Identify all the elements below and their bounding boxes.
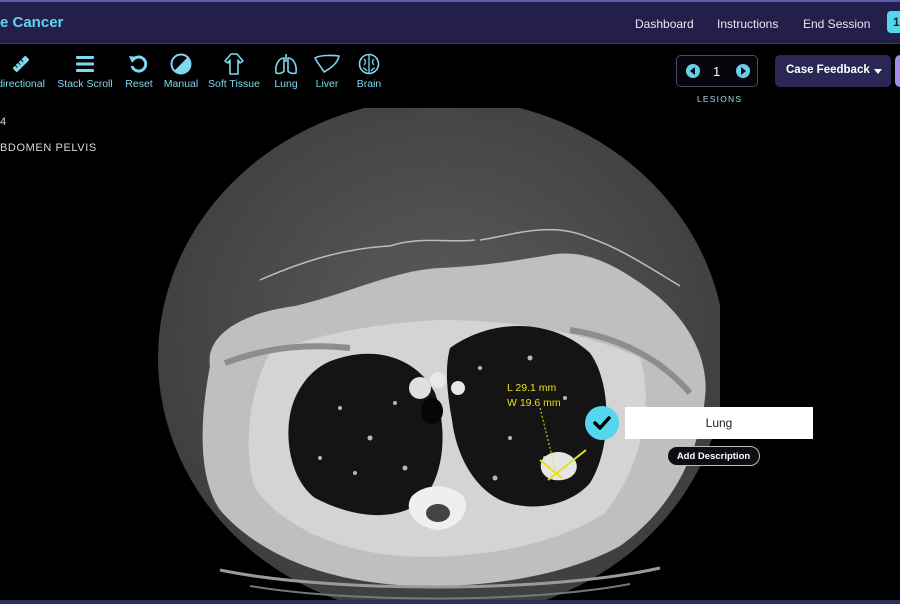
reset-icon	[129, 55, 148, 73]
tool-label: Liver	[315, 78, 339, 90]
chevron-right-icon	[741, 67, 746, 75]
lesion-count: 1	[713, 64, 721, 79]
caret-down-icon	[874, 69, 882, 74]
chevron-left-icon	[690, 67, 695, 75]
measurement-width: W 19.6 mm	[507, 397, 561, 409]
tool-label: directional	[0, 78, 45, 90]
tool-label: Reset	[125, 78, 153, 90]
case-feedback-dropdown[interactable]: Case Feedback	[775, 55, 891, 87]
nav-instructions-link[interactable]: Instructions	[717, 17, 778, 31]
confirm-annotation-button[interactable]	[585, 406, 619, 440]
tool-stack-scroll-button[interactable]: Stack Scroll	[53, 52, 117, 94]
nav-end-session-link[interactable]: End Session	[803, 17, 870, 31]
tool-label: Soft Tissue	[208, 78, 260, 90]
add-description-button[interactable]: Add Description	[667, 446, 760, 466]
annotation-label-field[interactable]: Lung	[625, 407, 813, 439]
bottom-border	[0, 600, 900, 604]
contrast-icon	[170, 53, 192, 75]
ruler-pencil-icon	[12, 55, 30, 73]
case-feedback-label: Case Feedback	[786, 64, 870, 76]
next-lesion-button[interactable]	[736, 64, 750, 78]
tool-liver-button[interactable]: Liver	[311, 52, 343, 94]
lungs-icon	[275, 54, 297, 75]
measurement-length: L 29.1 mm	[507, 382, 557, 394]
tool-label: Lung	[274, 78, 298, 90]
top-nav-bar: e Cancer Dashboard Instructions End Sess…	[0, 0, 900, 44]
tool-label: Brain	[356, 78, 382, 90]
brain-icon	[358, 53, 380, 75]
tool-label: Stack Scroll	[57, 78, 113, 90]
tool-soft-tissue-button[interactable]: Soft Tissue	[205, 52, 263, 94]
series-info-line1: 4	[0, 116, 7, 128]
liver-icon	[314, 54, 340, 73]
nav-dashboard-link[interactable]: Dashboard	[635, 17, 694, 31]
tool-manual-button[interactable]: Manual	[162, 52, 200, 94]
tool-reset-button[interactable]: Reset	[122, 52, 156, 94]
stack-scroll-icon	[76, 56, 94, 72]
check-icon	[593, 416, 611, 430]
side-action-button[interactable]	[895, 55, 900, 87]
previous-lesion-button[interactable]	[686, 64, 700, 78]
tool-brain-button[interactable]: Brain	[353, 52, 385, 94]
body-icon	[224, 53, 244, 75]
ct-scan-image[interactable]	[150, 108, 720, 604]
tool-lung-button[interactable]: Lung	[270, 52, 302, 94]
tool-label: Manual	[163, 78, 199, 90]
series-info-line2: BDOMEN PELVIS	[0, 142, 97, 154]
notification-badge[interactable]: 1	[887, 11, 900, 33]
app-title: e Cancer	[0, 14, 64, 31]
lesion-navigator: 1	[676, 55, 758, 87]
lesions-caption: LESIONS	[697, 94, 743, 104]
tool-bidirectional-button[interactable]: directional	[0, 52, 50, 94]
